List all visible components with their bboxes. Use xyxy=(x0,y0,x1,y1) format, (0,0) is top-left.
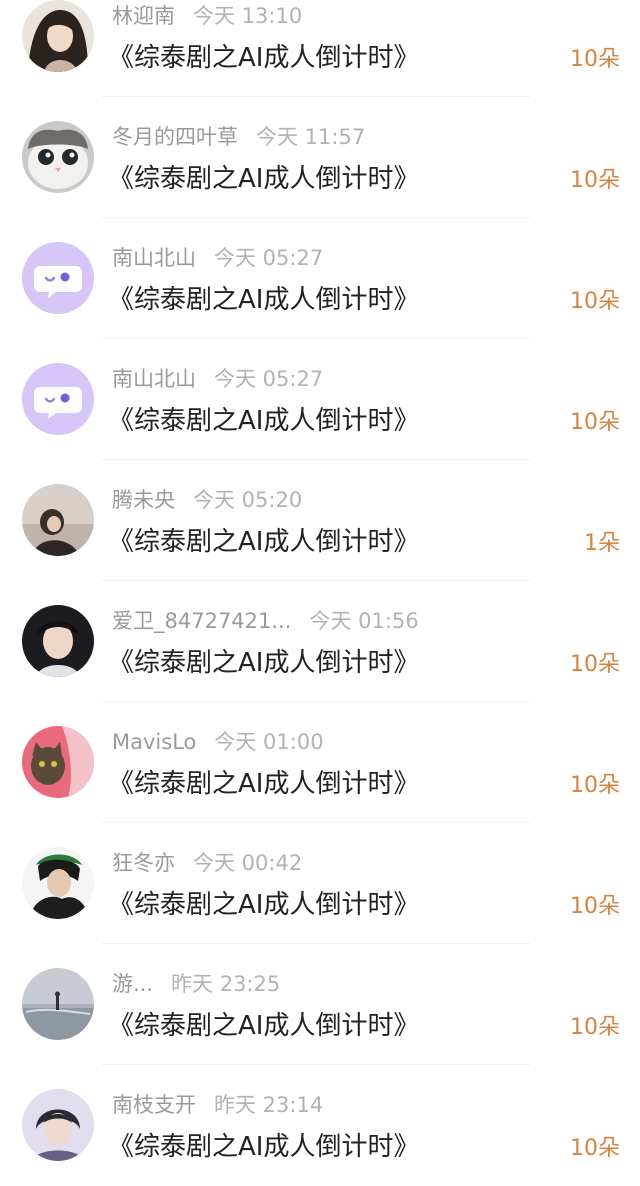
gift-count: 10朵 xyxy=(570,168,620,193)
avatar[interactable] xyxy=(22,726,94,798)
gift-record-list: 林迎南 今天 13:10 《综泰剧之AI成人倒计时》 10朵 冬月的四叶草 今天 1… xyxy=(0,0,640,1186)
timestamp: 今天 13:10 xyxy=(193,4,303,28)
list-item[interactable]: 腾未央 今天 05:20 《综泰剧之AI成人倒计时》 1朵 xyxy=(0,460,640,581)
user-name: 南枝支开 xyxy=(112,1093,196,1117)
timestamp: 今天 00:42 xyxy=(193,851,303,875)
user-meta: MavisLo 今天 01:00 xyxy=(112,726,324,758)
user-meta: 腾未央 今天 05:20 xyxy=(112,484,302,516)
avatar[interactable] xyxy=(22,242,94,314)
gift-count: 10朵 xyxy=(570,773,620,798)
timestamp: 昨天 23:25 xyxy=(171,972,281,996)
avatar[interactable] xyxy=(22,968,94,1040)
avatar[interactable] xyxy=(22,847,94,919)
timestamp: 今天 11:57 xyxy=(256,125,366,149)
gift-count: 10朵 xyxy=(570,47,620,72)
list-item[interactable]: 南山北山 今天 05:27 《综泰剧之AI成人倒计时》 10朵 xyxy=(0,339,640,460)
user-name: 爱卫_84727421... xyxy=(112,609,292,633)
user-name: 游... xyxy=(112,972,154,996)
book-title: 《综泰剧之AI成人倒计时》 xyxy=(108,43,420,73)
book-title: 《综泰剧之AI成人倒计时》 xyxy=(108,164,420,194)
book-title: 《综泰剧之AI成人倒计时》 xyxy=(108,890,420,920)
book-title: 《综泰剧之AI成人倒计时》 xyxy=(108,406,420,436)
user-name: MavisLo xyxy=(112,730,197,754)
user-meta: 林迎南 今天 13:10 xyxy=(112,0,302,32)
user-name: 狂冬亦 xyxy=(112,851,175,875)
user-name: 林迎南 xyxy=(112,4,175,28)
user-meta: 游... 昨天 23:25 xyxy=(112,968,280,1000)
user-meta: 南枝支开 昨天 23:14 xyxy=(112,1089,323,1121)
user-meta: 狂冬亦 今天 00:42 xyxy=(112,847,302,879)
list-item[interactable]: MavisLo 今天 01:00 《综泰剧之AI成人倒计时》 10朵 xyxy=(0,702,640,823)
user-name: 腾未央 xyxy=(112,488,175,512)
gift-count: 10朵 xyxy=(570,652,620,677)
book-title: 《综泰剧之AI成人倒计时》 xyxy=(108,648,420,678)
user-name: 冬月的四叶草 xyxy=(112,125,238,149)
list-item[interactable]: 狂冬亦 今天 00:42 《综泰剧之AI成人倒计时》 10朵 xyxy=(0,823,640,944)
book-title: 《综泰剧之AI成人倒计时》 xyxy=(108,527,420,557)
timestamp: 今天 05:27 xyxy=(214,246,324,270)
gift-count: 10朵 xyxy=(570,1015,620,1040)
user-meta: 南山北山 今天 05:27 xyxy=(112,242,323,274)
gift-count: 10朵 xyxy=(570,894,620,919)
timestamp: 今天 01:00 xyxy=(214,730,324,754)
gift-count: 10朵 xyxy=(570,1136,620,1161)
list-item[interactable]: 南山北山 今天 05:27 《综泰剧之AI成人倒计时》 10朵 xyxy=(0,218,640,339)
avatar[interactable] xyxy=(22,1089,94,1161)
list-item[interactable]: 爱卫_84727421... 今天 01:56 《综泰剧之AI成人倒计时》 10朵 xyxy=(0,581,640,702)
user-meta: 南山北山 今天 05:27 xyxy=(112,363,323,395)
user-name: 南山北山 xyxy=(112,246,196,270)
user-name: 南山北山 xyxy=(112,367,196,391)
avatar[interactable] xyxy=(22,0,94,72)
avatar[interactable] xyxy=(22,605,94,677)
timestamp: 今天 01:56 xyxy=(309,609,419,633)
avatar[interactable] xyxy=(22,363,94,435)
list-item[interactable]: 林迎南 今天 13:10 《综泰剧之AI成人倒计时》 10朵 xyxy=(0,0,640,97)
timestamp: 今天 05:27 xyxy=(214,367,324,391)
timestamp: 今天 05:20 xyxy=(193,488,303,512)
user-meta: 爱卫_84727421... 今天 01:56 xyxy=(112,605,419,637)
list-item[interactable]: 南枝支开 昨天 23:14 《综泰剧之AI成人倒计时》 10朵 xyxy=(0,1065,640,1186)
book-title: 《综泰剧之AI成人倒计时》 xyxy=(108,285,420,315)
gift-count: 10朵 xyxy=(570,410,620,435)
user-meta: 冬月的四叶草 今天 11:57 xyxy=(112,121,365,153)
timestamp: 昨天 23:14 xyxy=(214,1093,324,1117)
avatar[interactable] xyxy=(22,484,94,556)
book-title: 《综泰剧之AI成人倒计时》 xyxy=(108,769,420,799)
avatar[interactable] xyxy=(22,121,94,193)
list-item[interactable]: 游... 昨天 23:25 《综泰剧之AI成人倒计时》 10朵 xyxy=(0,944,640,1065)
gift-count: 10朵 xyxy=(570,289,620,314)
list-item[interactable]: 冬月的四叶草 今天 11:57 《综泰剧之AI成人倒计时》 10朵 xyxy=(0,97,640,218)
book-title: 《综泰剧之AI成人倒计时》 xyxy=(108,1132,420,1162)
book-title: 《综泰剧之AI成人倒计时》 xyxy=(108,1011,420,1041)
gift-count: 1朵 xyxy=(584,531,620,556)
